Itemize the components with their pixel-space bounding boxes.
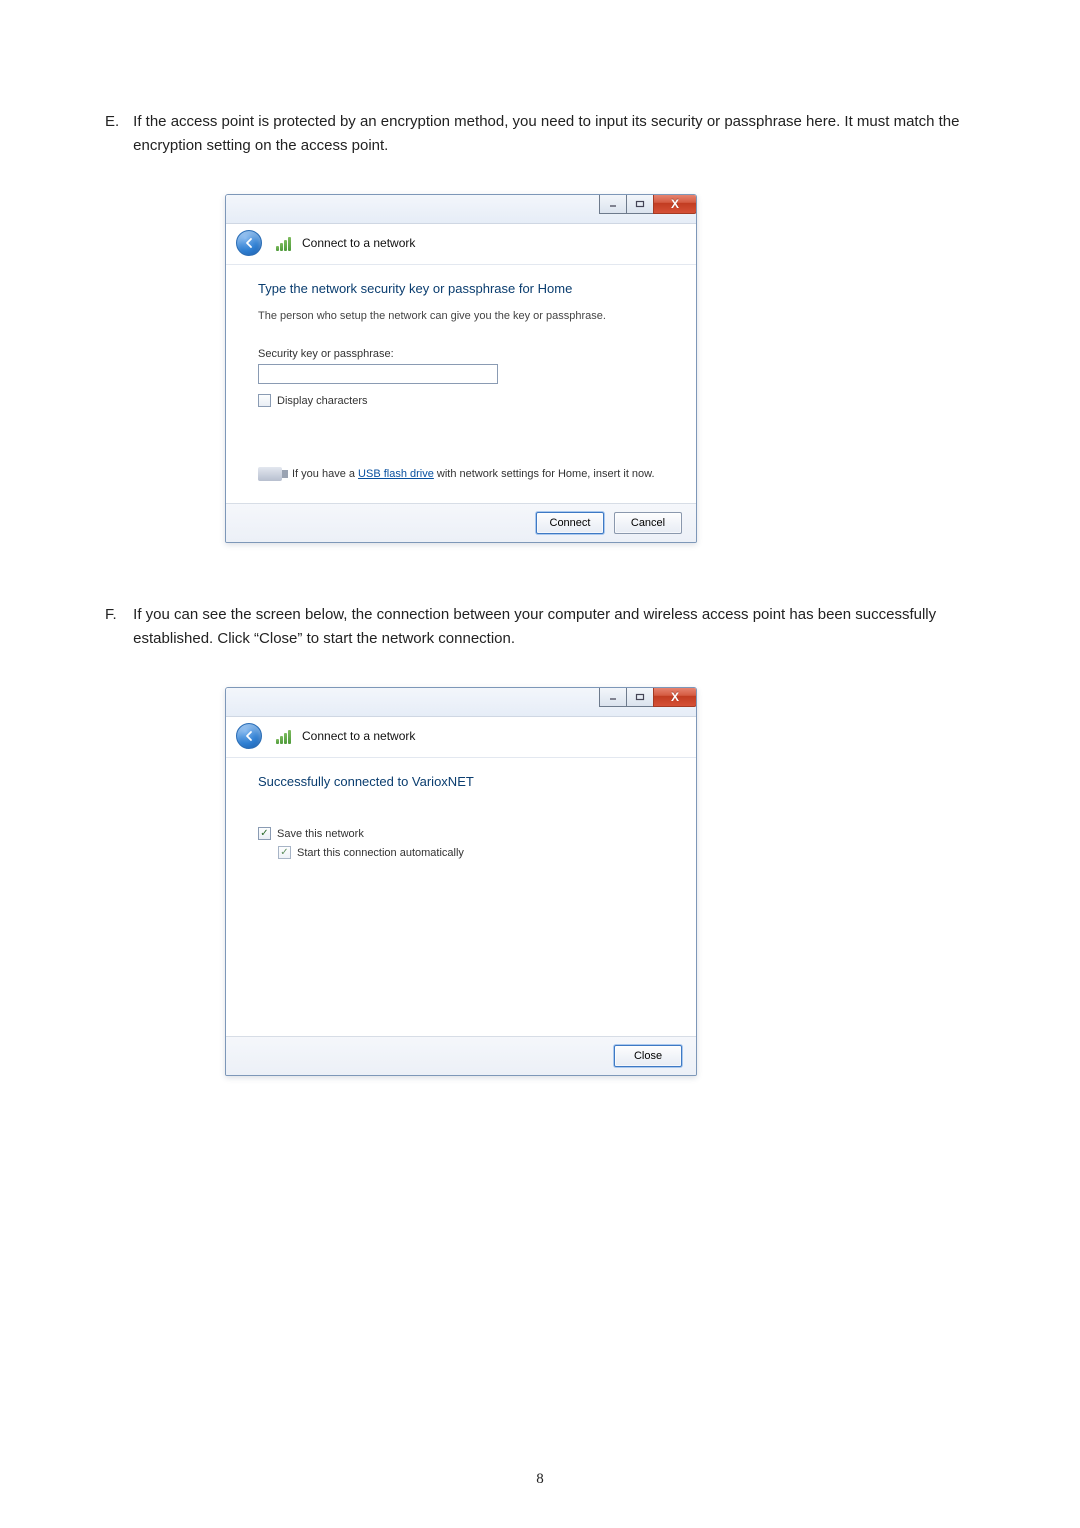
step-f-letter: F. [105,603,129,627]
usb-text: If you have a USB flash drive with netwo… [292,468,655,480]
minimize-button[interactable] [599,194,627,214]
step-e: E. If the access point is protected by a… [105,110,1000,158]
usb-flash-drive-link[interactable]: USB flash drive [358,468,434,480]
dialog-heading: Successfully connected to VarioxNET [258,774,664,789]
usb-hint: If you have a USB flash drive with netwo… [258,467,664,481]
cancel-button[interactable]: Cancel [614,512,682,534]
step-f-text: If you can see the screen below, the con… [133,603,963,651]
dialog-passphrase: X Connect to a network Type the network … [225,194,697,543]
dialog-content: Type the network security key or passphr… [226,264,696,503]
dialog-subtext: The person who setup the network can giv… [258,310,664,322]
titlebar: X [226,195,696,224]
dialog-title: Connect to a network [302,236,415,250]
step-e-letter: E. [105,110,129,134]
input-label: Security key or passphrase: [258,348,664,360]
dialog-content: Successfully connected to VarioxNET Save… [226,757,696,1036]
dialog-footer: Connect Cancel [226,503,696,542]
maximize-button[interactable] [626,194,654,214]
usb-text-post: with network settings for Home, insert i… [434,468,655,480]
window-controls: X [600,687,697,706]
dialog-heading: Type the network security key or passphr… [258,281,664,296]
dialog-header: Connect to a network [226,224,696,264]
usb-icon [258,467,282,481]
dialog-footer: Close [226,1036,696,1075]
usb-text-pre: If you have a [292,468,358,480]
save-network-checkbox[interactable] [258,827,271,840]
titlebar: X [226,688,696,717]
dialog-title: Connect to a network [302,729,415,743]
window-controls: X [600,194,697,213]
back-button[interactable] [236,723,262,749]
display-characters-label: Display characters [277,395,367,407]
display-characters-checkbox[interactable] [258,394,271,407]
auto-start-checkbox[interactable] [278,846,291,859]
dialog-success: X Connect to a network Successfully conn… [225,687,697,1076]
back-button[interactable] [236,230,262,256]
close-dialog-button[interactable]: Close [614,1045,682,1067]
passphrase-input[interactable] [258,364,498,384]
maximize-button[interactable] [626,687,654,707]
page-number: 8 [0,1471,1080,1488]
close-button[interactable]: X [653,194,697,214]
network-icon [276,728,292,744]
network-icon [276,235,292,251]
step-e-text: If the access point is protected by an e… [133,110,963,158]
dialog-header: Connect to a network [226,717,696,757]
auto-start-label: Start this connection automatically [297,847,464,859]
save-network-label: Save this network [277,828,364,840]
step-f: F. If you can see the screen below, the … [105,603,1000,651]
connect-button[interactable]: Connect [536,512,604,534]
close-button[interactable]: X [653,687,697,707]
minimize-button[interactable] [599,687,627,707]
